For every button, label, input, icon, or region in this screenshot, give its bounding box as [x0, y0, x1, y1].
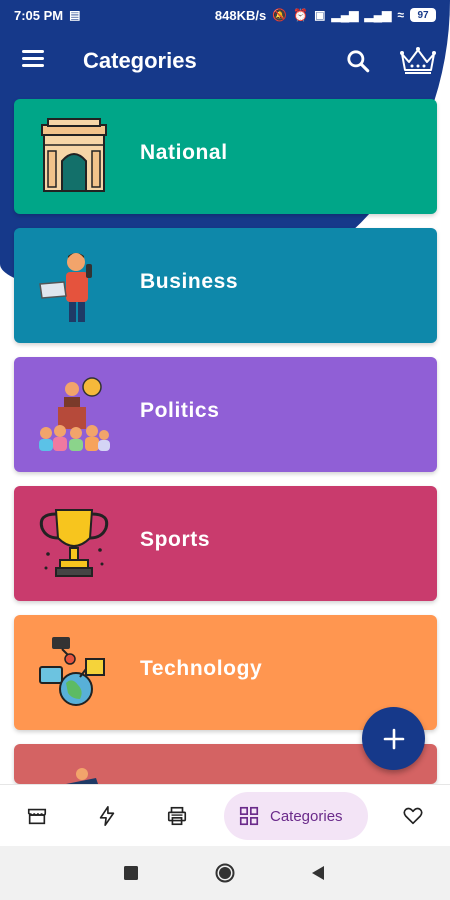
- businessman-icon: [36, 246, 112, 326]
- plus-icon: [383, 728, 404, 749]
- system-navigation: [0, 846, 450, 900]
- category-card-national[interactable]: National: [14, 99, 437, 214]
- nav-favorites[interactable]: [393, 797, 433, 835]
- search-icon[interactable]: [345, 48, 371, 74]
- signal-icon: ▂▄▆: [331, 8, 359, 22]
- store-icon: [27, 808, 47, 825]
- home-button[interactable]: [215, 863, 235, 888]
- category-card-sports[interactable]: Sports: [14, 486, 437, 601]
- runner-icon: [36, 764, 112, 784]
- heart-icon: [403, 807, 423, 825]
- add-button[interactable]: [362, 707, 425, 770]
- crown-icon[interactable]: [398, 44, 438, 76]
- category-card-politics[interactable]: Politics: [14, 357, 437, 472]
- notification-icon: ▤: [69, 8, 81, 22]
- menu-icon[interactable]: [22, 50, 44, 68]
- app-bar: Categories: [0, 38, 450, 84]
- category-label: Sports: [140, 528, 211, 551]
- triangle-back-icon: [312, 866, 324, 880]
- recent-apps-button[interactable]: [124, 866, 138, 885]
- status-bar: 7:05 PM ▤ 848KB/s 🔕 ⏰ ▣ ▂▄▆ ▂▄▆ ≈ 97: [0, 0, 450, 30]
- signal-icon-2: ▂▄▆: [364, 8, 392, 22]
- nav-printer[interactable]: [157, 797, 197, 835]
- india-gate-icon: [36, 117, 112, 197]
- nav-store[interactable]: [17, 797, 57, 835]
- trophy-icon: [36, 504, 112, 584]
- status-time: 7:05 PM: [14, 7, 64, 23]
- nav-categories-label: Categories: [270, 807, 343, 825]
- wifi-icon: ≈: [397, 8, 404, 22]
- politician-icon: [36, 375, 112, 455]
- flash-icon: [99, 806, 115, 826]
- nav-categories[interactable]: Categories: [224, 792, 368, 840]
- battery-indicator: 97: [410, 8, 436, 22]
- page-title: Categories: [83, 48, 197, 73]
- network-speed: 848KB/s: [214, 7, 267, 23]
- category-label: National: [140, 141, 228, 164]
- nav-flash[interactable]: [87, 797, 127, 835]
- square-icon: [124, 866, 138, 880]
- categories-icon: [239, 806, 259, 826]
- alarm-icon: ⏰: [293, 8, 309, 22]
- category-card-business[interactable]: Business: [14, 228, 437, 343]
- back-button[interactable]: [311, 865, 325, 886]
- category-label: Business: [140, 270, 239, 293]
- circle-icon: [215, 863, 235, 883]
- category-label: Politics: [140, 399, 220, 422]
- technology-icon: [36, 633, 112, 713]
- nfc-icon: ▣: [314, 8, 326, 22]
- printer-icon: [167, 806, 187, 826]
- category-label: Technology: [140, 657, 263, 680]
- mute-icon: 🔕: [272, 8, 288, 22]
- bottom-navigation: Categories: [0, 784, 450, 846]
- category-list: National Business Politics Sports Techno…: [14, 99, 437, 784]
